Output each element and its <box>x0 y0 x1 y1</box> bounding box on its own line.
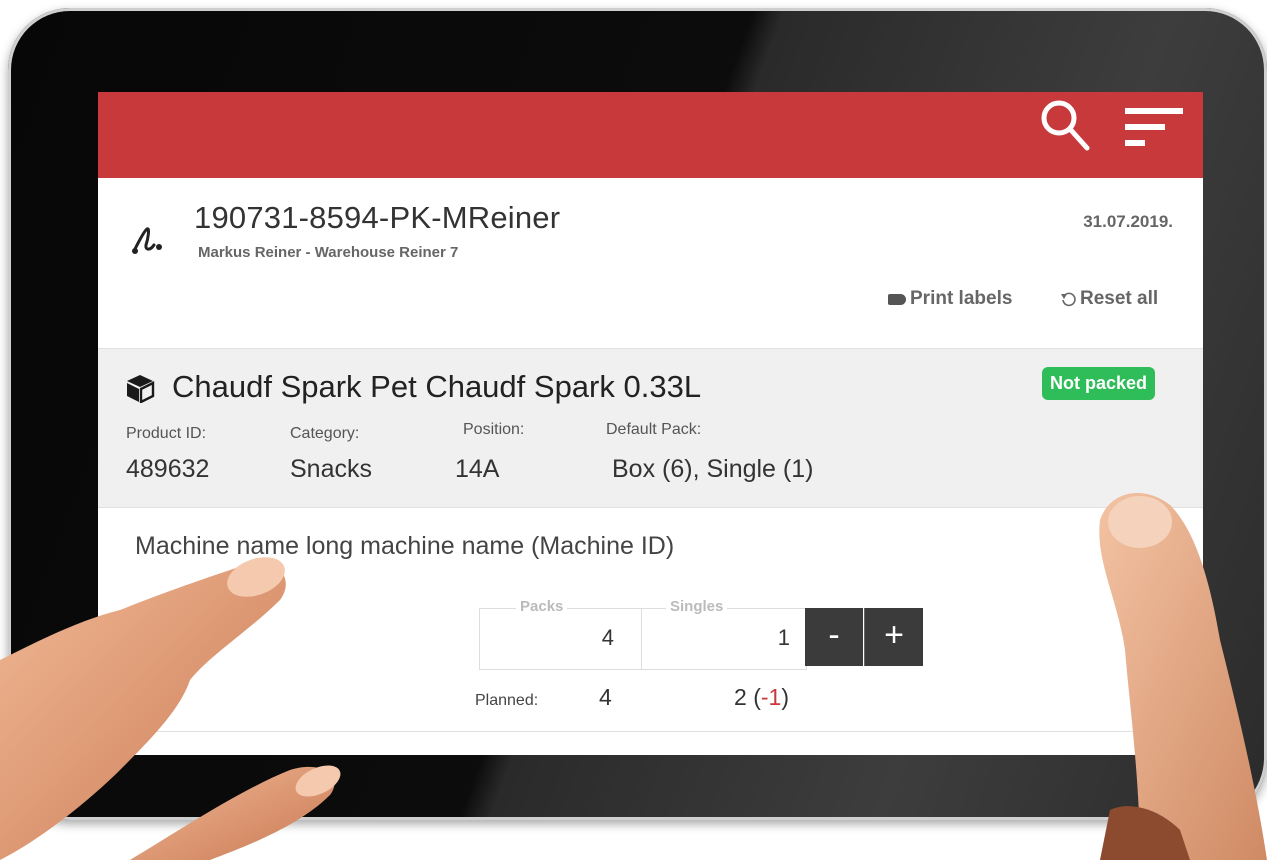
label-icon <box>888 293 906 305</box>
reset-icon <box>1061 292 1076 307</box>
product-name: Chaudf Spark Pet Chaudf Spark 0.33L <box>172 369 702 404</box>
order-customer: Markus Reiner - Warehouse Reiner 7 <box>198 244 459 261</box>
category-value: Snacks <box>290 455 372 483</box>
reset-all-label: Reset all <box>1080 288 1159 309</box>
packs-legend: Packs <box>516 598 568 615</box>
increment-button[interactable]: + <box>864 608 923 666</box>
product-id-label: Product ID: <box>126 425 207 442</box>
search-icon[interactable] <box>1037 96 1093 152</box>
default-pack-label: Default Pack: <box>606 421 702 438</box>
singles-field[interactable]: Singles 1 <box>641 598 807 670</box>
singles-legend: Singles <box>666 598 728 615</box>
print-labels-button[interactable]: Print labels <box>888 288 1012 310</box>
planned-packs: 4 <box>599 684 612 710</box>
planned-diff: -1 <box>760 684 782 710</box>
product-card: Chaudf Spark Pet Chaudf Spark 0.33L Not … <box>98 348 1203 508</box>
decrement-button[interactable]: - <box>805 608 863 666</box>
filter-menu-icon[interactable] <box>1121 106 1183 146</box>
right-hand-illustration <box>1099 493 1267 860</box>
signature-icon <box>132 227 162 254</box>
order-date: 31.07.2019. <box>1083 212 1173 231</box>
planned-singles: 2 (-1) <box>734 684 789 710</box>
category-label: Category: <box>290 425 360 442</box>
planned-label: Planned: <box>475 692 539 709</box>
default-pack-value: Box (6), Single (1) <box>612 455 814 483</box>
left-hand-illustration <box>0 557 341 860</box>
reset-all-button[interactable]: Reset all <box>1060 288 1158 310</box>
packs-field[interactable]: Packs 4 <box>479 598 643 670</box>
product-id-value: 489632 <box>126 455 210 483</box>
packs-input[interactable]: 4 <box>602 625 614 651</box>
singles-input[interactable]: 1 <box>778 625 790 651</box>
print-labels-label: Print labels <box>910 288 1013 309</box>
order-id: 190731-8594-PK-MReiner <box>194 200 561 235</box>
status-badge: Not packed <box>1042 367 1156 400</box>
box-icon <box>127 375 155 403</box>
position-value: 14A <box>455 455 500 483</box>
app-header-bar <box>98 92 1203 178</box>
position-label: Position: <box>463 421 525 438</box>
